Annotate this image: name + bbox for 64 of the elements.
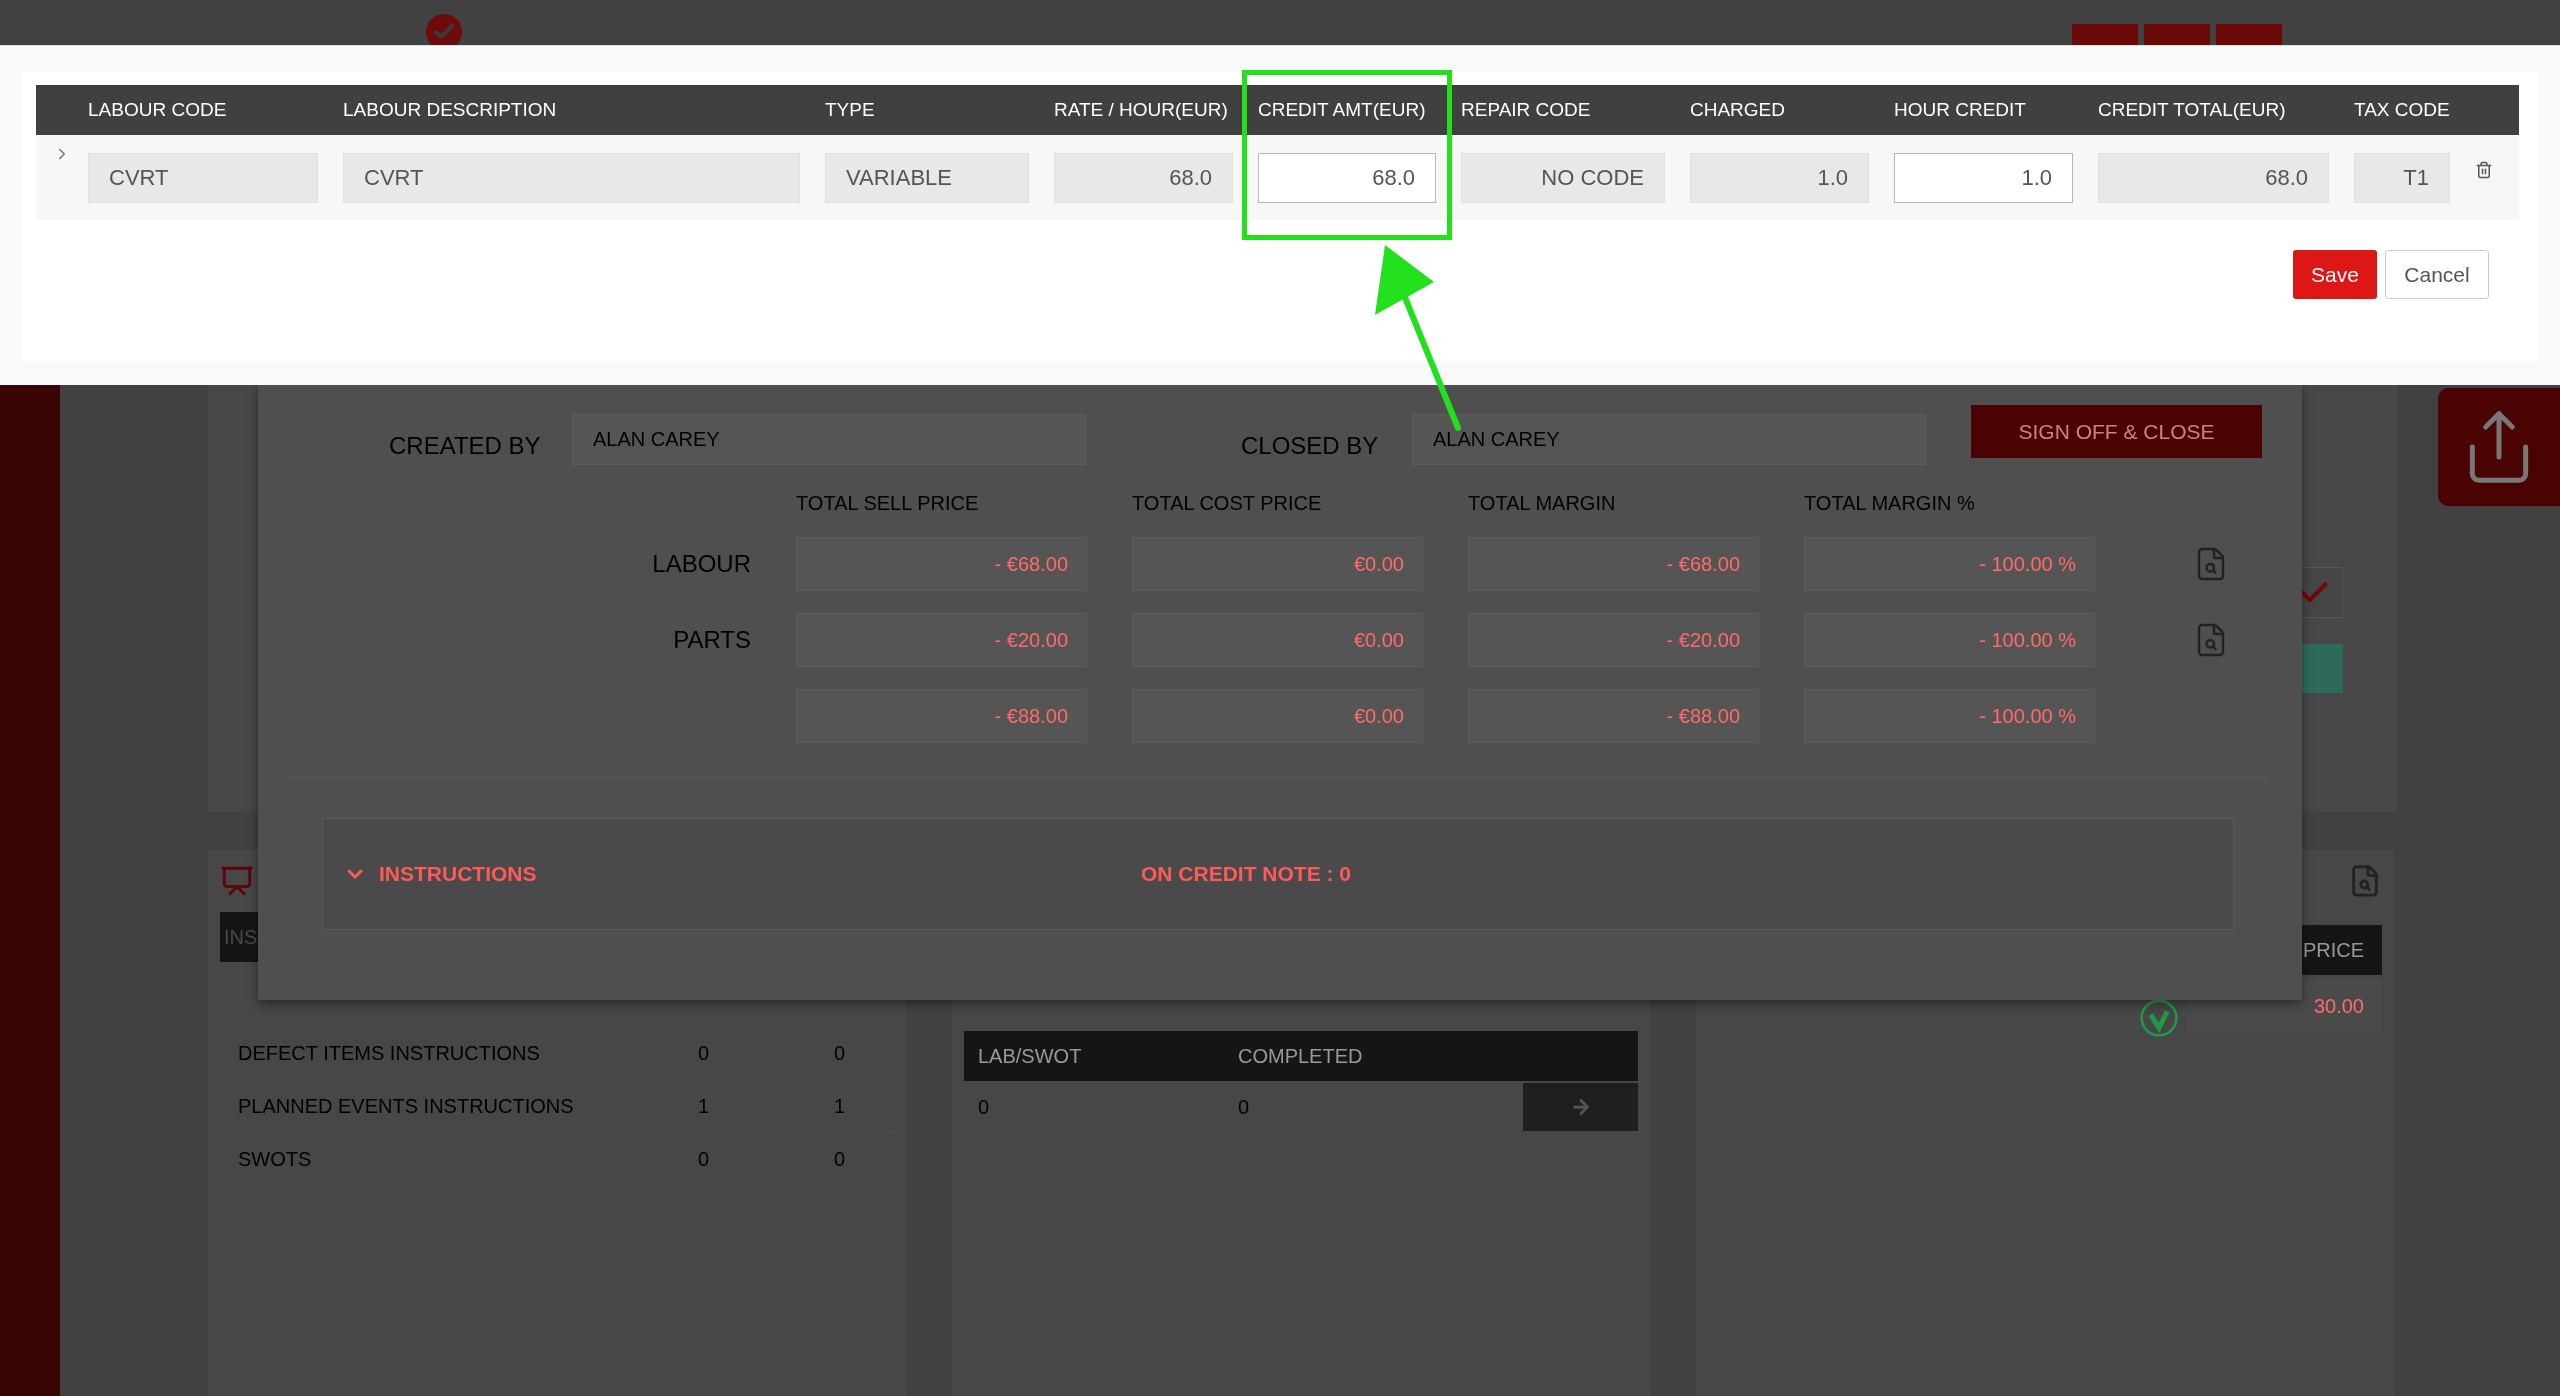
table-cell-text: 1 xyxy=(698,1094,711,1118)
readonly-field[interactable]: NO CODE xyxy=(1461,152,1665,203)
readonly-field[interactable]: VARIABLE xyxy=(825,152,1029,203)
table-cell-text: 0 xyxy=(698,1147,711,1171)
total-field: €0.00 xyxy=(1132,537,1423,591)
export-tile[interactable] xyxy=(2438,388,2560,506)
readonly-field[interactable]: CVRT xyxy=(343,152,800,203)
trash-icon[interactable] xyxy=(2475,161,2493,179)
column-header: LAB/SWOT xyxy=(978,1044,1083,1068)
header-cell xyxy=(2475,85,2519,135)
column-header: RATE / HOUR(EUR) xyxy=(1054,85,1258,135)
table-cell-text: DEFECT ITEMS INSTRUCTIONS xyxy=(238,1041,541,1065)
credit-note-count: ON CREDIT NOTE : 0 xyxy=(1141,862,1351,886)
column-header: TYPE xyxy=(825,85,1054,135)
readonly-field[interactable]: 68.0 xyxy=(2098,152,2329,203)
column-header: CREDIT TOTAL(EUR) xyxy=(2098,85,2354,135)
readonly-field[interactable]: CVRT xyxy=(88,152,318,203)
column-header: TOTAL SELL PRICE xyxy=(796,492,980,515)
readonly-field[interactable]: 1.0 xyxy=(1690,152,1869,203)
table-cell-text: 0 xyxy=(1238,1095,1251,1119)
total-field: - €88.00 xyxy=(1468,689,1759,743)
column-header: CHARGED xyxy=(1690,85,1894,135)
row-label: PARTS xyxy=(672,626,751,654)
sign-off-button[interactable]: SIGN OFF & CLOSE xyxy=(1971,405,2262,458)
input-field[interactable]: 68.0 xyxy=(1258,152,1436,203)
row-label: LABOUR xyxy=(651,550,751,578)
total-field: - €68.00 xyxy=(1468,537,1759,591)
total-field: - 100.00 % xyxy=(1804,537,2095,591)
table-cell-text: SWOTS xyxy=(238,1147,313,1171)
column-header: TOTAL MARGIN % xyxy=(1804,492,1976,515)
column-header: CREDIT AMT(EUR) xyxy=(1258,85,1461,135)
header-cell xyxy=(36,85,88,135)
field-label: CREATED BY xyxy=(389,431,542,460)
table-cell-text: 0 xyxy=(834,1147,847,1171)
cancel-button[interactable]: Cancel xyxy=(2385,250,2489,299)
total-field: - 100.00 % xyxy=(1804,613,2095,667)
total-field: - €20.00 xyxy=(1468,613,1759,667)
total-field: €0.00 xyxy=(1132,613,1423,667)
total-field: - €20.00 xyxy=(796,613,1087,667)
column-header: TAX CODE xyxy=(2354,85,2475,135)
total-field: - €88.00 xyxy=(796,689,1087,743)
check-badge-icon xyxy=(2140,999,2178,1037)
column-header: HOUR CREDIT xyxy=(1894,85,2098,135)
column-header: LABOUR CODE xyxy=(88,85,343,135)
readonly-field[interactable]: T1 xyxy=(2354,152,2450,203)
column-header: PRICE xyxy=(2302,938,2364,962)
table-cell-text: 0 xyxy=(698,1041,711,1065)
column-header: COMPLETED xyxy=(1238,1044,1364,1068)
column-header: TOTAL COST PRICE xyxy=(1132,492,1323,515)
presentation-icon xyxy=(220,864,254,898)
readonly-field[interactable]: 68.0 xyxy=(1054,152,1233,203)
table-cell-text: PLANNED EVENTS INSTRUCTIONS xyxy=(238,1094,575,1118)
total-field: - 100.00 % xyxy=(1804,689,2095,743)
table-cell-text: 1 xyxy=(834,1094,847,1118)
save-button[interactable]: Save xyxy=(2293,250,2377,299)
total-field: €0.00 xyxy=(1132,689,1423,743)
column-header: TOTAL MARGIN xyxy=(1468,492,1617,515)
column-header: LABOUR DESCRIPTION xyxy=(343,85,825,135)
total-field: - €68.00 xyxy=(796,537,1087,591)
table-cell-text: 0 xyxy=(834,1041,847,1065)
column-header: REPAIR CODE xyxy=(1461,85,1690,135)
table-cell-text: 0 xyxy=(978,1095,991,1119)
input-field[interactable]: 1.0 xyxy=(1894,152,2073,203)
field-label: CLOSED BY xyxy=(1241,431,1380,460)
